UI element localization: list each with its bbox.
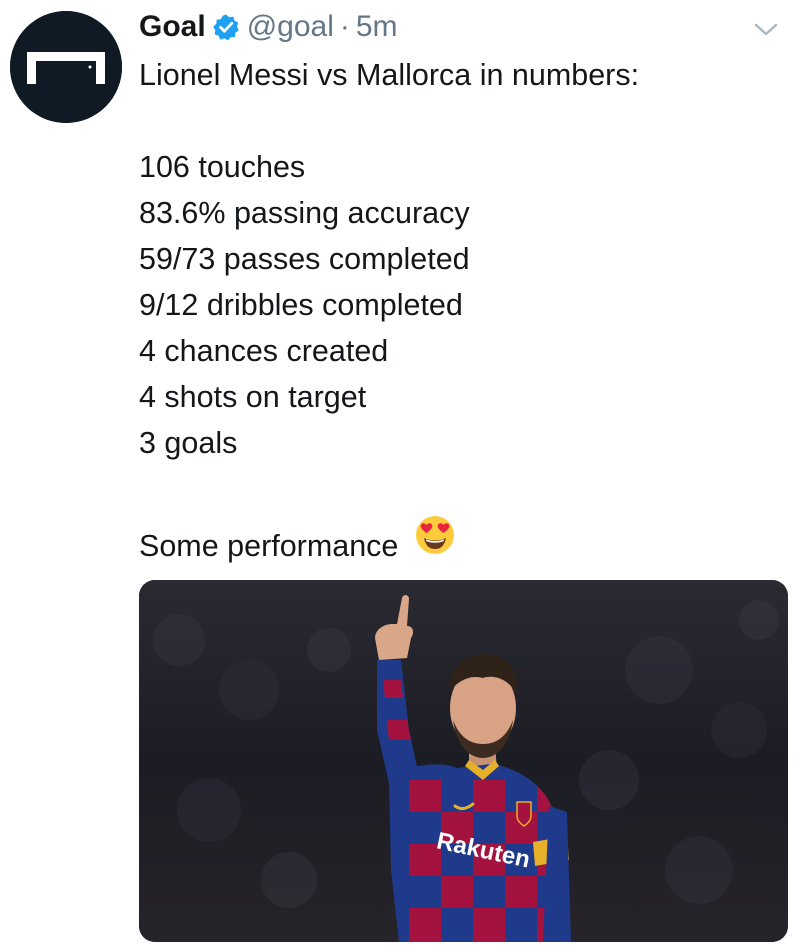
heart-eyes-emoji-icon (413, 512, 457, 556)
tweet[interactable]: Goal @goal · 5m Lionel Messi vs Mallorca… (0, 0, 800, 945)
user-handle[interactable]: @goal (247, 10, 334, 44)
chevron-down-icon[interactable] (752, 20, 780, 40)
tweet-line: 59/73 passes completed (139, 242, 470, 276)
tweet-header: Goal @goal · 5m (139, 6, 398, 48)
tweet-line-closing: Some performance (139, 512, 779, 563)
player-photo: Rakuten (139, 580, 788, 942)
separator-dot: · (339, 10, 350, 43)
tweet-text: Lionel Messi vs Mallorca in numbers: 106… (139, 52, 779, 563)
tweet-line: 3 goals (139, 426, 238, 460)
goal-logo-icon (10, 11, 122, 123)
tweet-line: Lionel Messi vs Mallorca in numbers: (139, 58, 640, 92)
avatar[interactable] (10, 11, 122, 123)
display-name[interactable]: Goal (139, 10, 206, 44)
tweet-line: 4 shots on target (139, 380, 367, 414)
tweet-photo[interactable]: Rakuten (139, 580, 788, 942)
tweet-line: Some performance (139, 529, 399, 563)
tweet-line: 4 chances created (139, 334, 389, 368)
tweet-line: 106 touches (139, 150, 306, 184)
timestamp[interactable]: 5m (356, 10, 398, 44)
verified-badge-icon (212, 13, 240, 41)
tweet-line: 83.6% passing accuracy (139, 196, 470, 230)
tweet-line: 9/12 dribbles completed (139, 288, 463, 322)
